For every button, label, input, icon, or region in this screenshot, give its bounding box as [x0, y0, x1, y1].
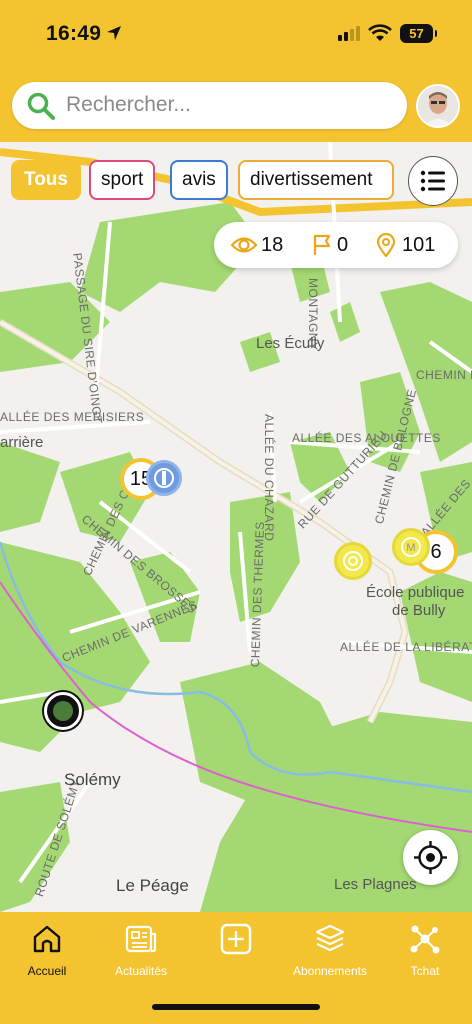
nav-label: Tchat [410, 964, 440, 978]
wifi-icon [368, 24, 392, 41]
pin-icon [154, 468, 174, 488]
event-pin[interactable] [146, 460, 182, 496]
place-label: Les Écully [256, 335, 325, 352]
event-pin[interactable] [44, 692, 82, 730]
place-label: de Bully [392, 602, 446, 619]
crosshair-icon [414, 841, 447, 874]
news-icon [125, 925, 157, 953]
search-bar[interactable] [12, 82, 407, 129]
filter-chip-divertissement[interactable]: divertissement [238, 160, 394, 200]
nav-item-add[interactable] [189, 912, 283, 992]
list-icon [420, 170, 445, 192]
flag-icon [313, 234, 331, 255]
location-pin-icon [376, 233, 396, 257]
pin-icon [53, 701, 73, 721]
list-view-button[interactable] [408, 156, 458, 206]
views-count: 18 [261, 234, 284, 256]
filter-chip-sport[interactable]: sport [89, 160, 156, 200]
signal-icon [338, 26, 360, 41]
locate-me-button[interactable] [403, 830, 458, 885]
nav-item-abonnements[interactable]: Abonnements [283, 912, 377, 992]
location-arrow-icon [107, 26, 121, 40]
status-bar: 16:49 57 [0, 0, 472, 60]
stats-pill: 18 0 101 [214, 222, 458, 268]
search-input[interactable] [66, 90, 396, 120]
search-icon [27, 92, 55, 120]
avatar-image [418, 86, 458, 126]
nav-item-actualites[interactable]: Actualités [94, 912, 188, 992]
avatar[interactable] [416, 84, 460, 128]
pin-icon: M [401, 537, 421, 557]
places-count: 101 [402, 234, 436, 256]
battery-indicator: 57 [400, 24, 437, 43]
home-icon [33, 925, 61, 953]
street-label: ALLÉE DES MERISIERS [0, 410, 145, 424]
nav-label: Accueil [27, 964, 67, 978]
pin-icon [343, 551, 363, 571]
event-pin[interactable]: M [392, 528, 430, 566]
flags-count: 0 [337, 234, 349, 256]
header: 16:49 57 [0, 0, 472, 142]
home-indicator [152, 1004, 320, 1010]
place-label: Solémy [64, 770, 121, 789]
event-pin[interactable] [334, 542, 372, 580]
status-time: 16:49 [46, 22, 102, 45]
filter-chip-all[interactable]: Tous [11, 160, 81, 200]
street-label: CHEMIN DE [416, 368, 472, 382]
layers-icon [315, 924, 345, 952]
nav-label: Actualités [114, 964, 168, 978]
eye-icon [230, 237, 258, 253]
filter-chip-avis[interactable]: avis [170, 160, 228, 200]
place-label: arrière [0, 434, 44, 451]
svg-text:M: M [406, 542, 415, 554]
nav-label: Abonnements [292, 964, 368, 978]
nav-item-accueil[interactable]: Accueil [0, 912, 94, 992]
network-icon [410, 925, 440, 954]
nav-item-tchat[interactable]: Tchat [378, 912, 472, 992]
street-label: ALLÉE DE LA LIBÉRATION [340, 640, 472, 654]
place-label: Le Péage [116, 876, 189, 895]
place-label: École publique [366, 584, 465, 601]
add-icon [220, 923, 252, 955]
